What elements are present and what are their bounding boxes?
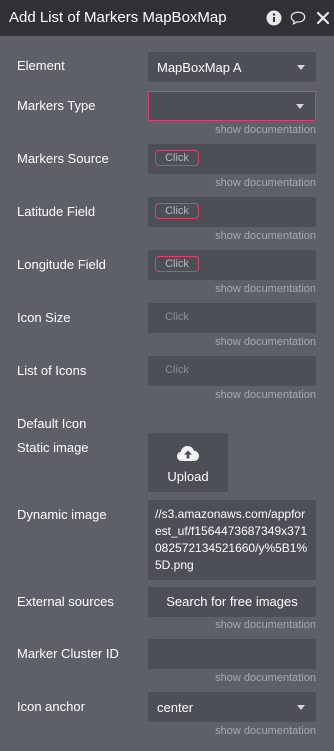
icon-anchor-select[interactable]: center [148, 692, 316, 722]
element-select-value: MapBoxMap A [157, 59, 242, 75]
element-label: Element [17, 58, 65, 73]
list-of-icons-label: List of Icons [17, 363, 87, 378]
marker-cluster-id-input[interactable] [148, 639, 316, 669]
chevron-down-icon [296, 104, 304, 109]
icon-anchor-doc-link[interactable]: show documentation [215, 725, 316, 737]
markers-source-field[interactable]: Click [148, 144, 316, 174]
list-of-icons-click-button[interactable]: Click [155, 362, 199, 378]
latitude-field[interactable]: Click [148, 197, 316, 227]
info-icon[interactable] [266, 10, 282, 26]
longitude-field[interactable]: Click [148, 250, 316, 280]
external-sources-doc-link[interactable]: show documentation [215, 619, 316, 631]
icon-anchor-label: Icon anchor [17, 699, 85, 714]
title-bar: Add List of Markers MapBoxMap [0, 0, 334, 36]
default-icon-label: Default Icon [17, 416, 87, 431]
chevron-down-icon [297, 65, 305, 70]
markers-source-label: Markers Source [17, 151, 109, 166]
icon-anchor-value: center [157, 699, 194, 715]
longitude-click-button[interactable]: Click [155, 256, 199, 272]
panel-title: Add List of Markers MapBoxMap [9, 9, 227, 26]
element-select[interactable]: MapBoxMap A [148, 52, 316, 82]
latitude-field-label: Latitude Field [17, 204, 96, 219]
longitude-field-doc-link[interactable]: show documentation [215, 283, 316, 295]
latitude-field-doc-link[interactable]: show documentation [215, 230, 316, 242]
icon-size-field[interactable]: Click [148, 303, 316, 333]
list-of-icons-doc-link[interactable]: show documentation [215, 389, 316, 401]
upload-button[interactable]: Upload [148, 433, 228, 492]
markers-source-click-button[interactable]: Click [155, 150, 199, 166]
dynamic-image-label: Dynamic image [17, 507, 107, 522]
comment-icon[interactable] [290, 10, 306, 26]
markers-type-doc-link[interactable]: show documentation [215, 124, 316, 136]
markers-type-label: Markers Type [17, 98, 96, 113]
marker-cluster-id-label: Marker Cluster ID [17, 646, 119, 661]
search-free-images-button[interactable]: Search for free images [148, 587, 316, 617]
markers-type-select[interactable] [148, 91, 316, 121]
chevron-down-icon [297, 705, 305, 710]
marker-cluster-id-doc-link[interactable]: show documentation [215, 672, 316, 684]
icon-size-label: Icon Size [17, 310, 71, 325]
upload-label: Upload [167, 469, 209, 484]
markers-source-doc-link[interactable]: show documentation [215, 177, 316, 189]
icon-size-doc-link[interactable]: show documentation [215, 336, 316, 348]
icon-size-click-button[interactable]: Click [155, 309, 199, 325]
property-editor-panel: Add List of Markers MapBoxMap Element Ma… [0, 0, 334, 751]
list-of-icons-field[interactable]: Click [148, 356, 316, 386]
latitude-click-button[interactable]: Click [155, 203, 199, 219]
cloud-upload-icon [177, 446, 199, 461]
static-image-label: Static image [17, 440, 89, 455]
close-icon[interactable] [315, 10, 331, 26]
longitude-field-label: Longitude Field [17, 257, 106, 272]
dynamic-image-input[interactable]: //s3.amazonaws.com/appforest_uf/f1564473… [148, 500, 316, 580]
external-sources-label: External sources [17, 594, 114, 609]
